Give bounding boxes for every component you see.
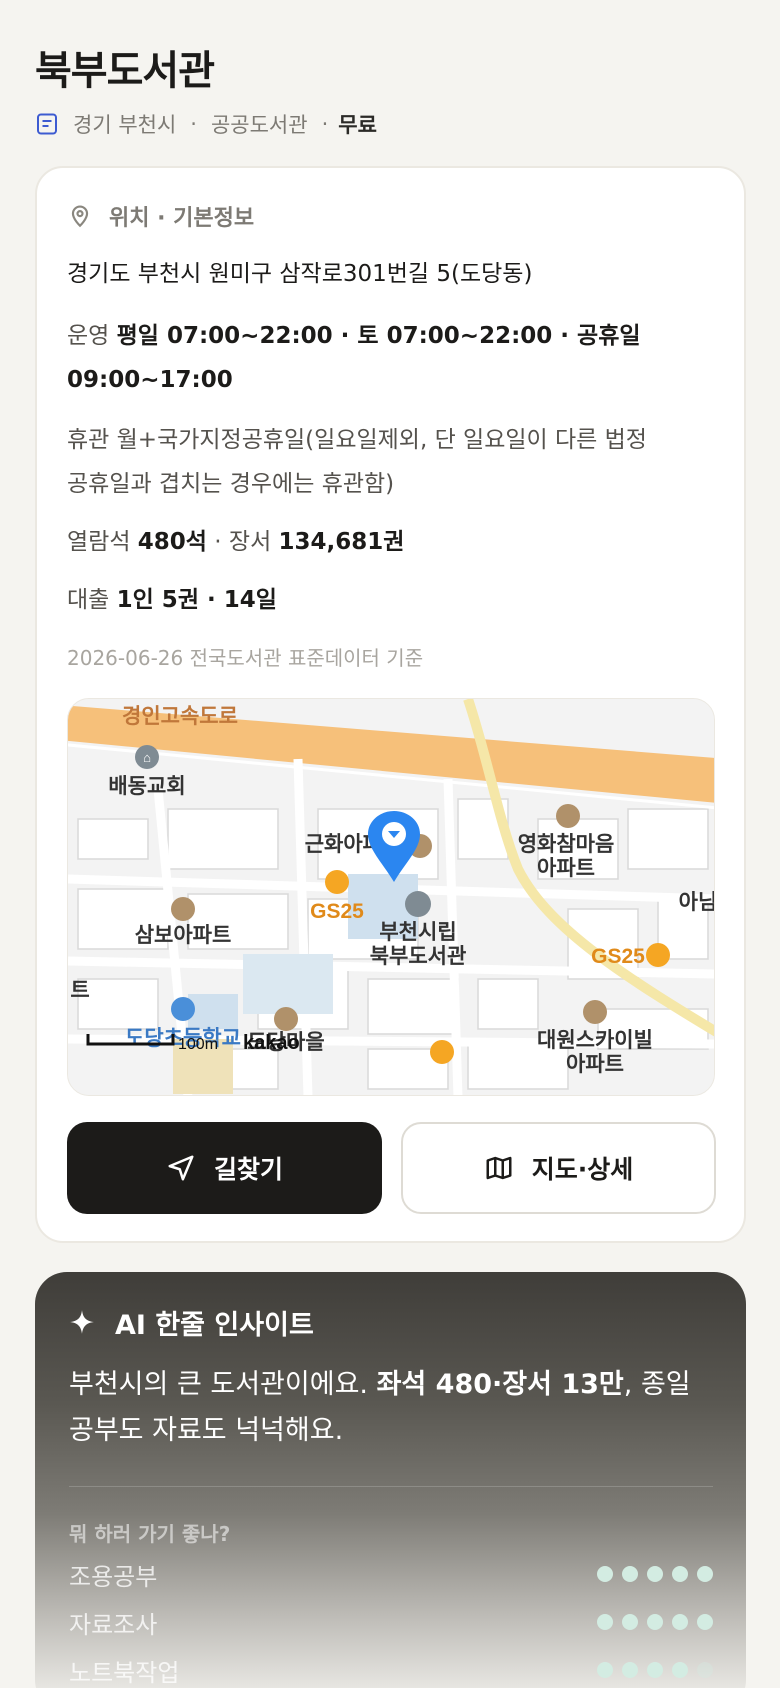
info-card: 위치 · 기본정보 경기도 부천시 원미구 삼작로301번길 5(도당동) 운영… bbox=[35, 166, 746, 1243]
directions-button[interactable]: 길찾기 bbox=[67, 1122, 382, 1214]
rating-dot bbox=[622, 1566, 638, 1582]
hours-value: 평일 07:00~22:00 · 토 07:00~22:00 · 공휴일 09:… bbox=[67, 323, 641, 393]
rating-label: 자료조사 bbox=[69, 1610, 158, 1639]
location-map[interactable]: ⌂ 경인고속도로 배동교회 근화아파트 영화참마음 아파트 GS25 삼보아파트… bbox=[67, 698, 715, 1096]
rating-dot bbox=[672, 1614, 688, 1630]
ai-insight-text: 부천시의 큰 도서관이에요. 좌석 480·장서 13만, 종일 공부도 자료도… bbox=[69, 1362, 719, 1454]
hours-label: 운영 bbox=[67, 323, 110, 349]
map-detail-label: 지도·상세 bbox=[531, 1155, 634, 1184]
map-label-apt: 아파트 bbox=[537, 857, 595, 880]
rating-dot bbox=[597, 1566, 613, 1582]
map-label-gs25: GS25 bbox=[310, 900, 364, 923]
section-label: 위치 · 기본정보 bbox=[109, 206, 255, 231]
map-label-apt: 삼보아파트 bbox=[135, 924, 232, 947]
map-label-apt: 영화참마음 bbox=[518, 833, 615, 856]
ai-text-highlight: 좌석 480·장서 13만 bbox=[376, 1369, 624, 1400]
ai-insight-header: AI 한줄 인사이트 bbox=[69, 1302, 314, 1342]
rating-label: 노트북작업 bbox=[69, 1658, 180, 1687]
map-label-edge: 트 bbox=[70, 979, 89, 1002]
address-text: 경기도 부천시 원미구 삼작로301번길 5(도당동) bbox=[67, 261, 533, 287]
rating-dot bbox=[597, 1662, 613, 1678]
library-meta: 경기 부천시 · 공공도서관 · 무료 bbox=[35, 106, 377, 142]
rating-dot bbox=[597, 1614, 613, 1630]
rating-row: 조용공부 bbox=[69, 1556, 713, 1592]
rating-dot bbox=[647, 1662, 663, 1678]
map-label-gs25: GS25 bbox=[591, 945, 645, 968]
loan-text: 대출 1인 5권 · 14일 bbox=[67, 580, 277, 614]
loan-value: 1인 5권 · 14일 bbox=[116, 587, 277, 613]
hours-text: 운영 평일 07:00~22:00 · 토 07:00~22:00 · 공휴일 … bbox=[67, 314, 687, 402]
map-detail-button[interactable]: 지도·상세 bbox=[401, 1122, 716, 1214]
rating-dot bbox=[672, 1566, 688, 1582]
map-provider-logo: kakao bbox=[243, 1032, 300, 1054]
rating-dot bbox=[697, 1662, 713, 1678]
sparkle-icon bbox=[69, 1309, 95, 1335]
separator: · bbox=[190, 112, 197, 136]
rating-label: 조용공부 bbox=[69, 1562, 158, 1591]
rating-dots bbox=[597, 1662, 713, 1678]
ai-insight-card: AI 한줄 인사이트 부천시의 큰 도서관이에요. 좌석 480·장서 13만,… bbox=[35, 1272, 746, 1688]
rating-dot bbox=[622, 1662, 638, 1678]
map-icon bbox=[484, 1153, 514, 1183]
ai-insight-title: AI 한줄 인사이트 bbox=[115, 1309, 314, 1341]
closed-days-text: 휴관 월+국가지정공휴일(일요일제외, 단 일요일이 다른 법정공휴일과 겹치는… bbox=[67, 427, 647, 497]
rating-row: 노트북작업 bbox=[69, 1652, 713, 1688]
rating-dot bbox=[647, 1614, 663, 1630]
data-source-text: 2026-06-26 전국도서관 표준데이터 기준 bbox=[67, 646, 424, 670]
separator: · bbox=[321, 112, 329, 136]
ai-question: 뭐 하러 가기 좋나? bbox=[69, 1522, 231, 1546]
rating-dots bbox=[597, 1614, 713, 1630]
rating-dots bbox=[597, 1566, 713, 1582]
seats-value: 480석 bbox=[137, 529, 207, 555]
location-pin-icon bbox=[67, 203, 93, 229]
map-label-library: 부천시립 bbox=[379, 921, 456, 944]
map-label-library: 북부도서관 bbox=[370, 945, 467, 968]
type-text: 공공도서관 bbox=[210, 113, 308, 137]
directions-label: 길찾기 bbox=[213, 1155, 283, 1184]
navigation-arrow-icon bbox=[166, 1153, 196, 1183]
svg-text:⌂: ⌂ bbox=[143, 750, 151, 765]
document-icon bbox=[35, 112, 59, 136]
divider bbox=[69, 1486, 713, 1487]
page-title: 북부도서관 bbox=[35, 48, 215, 94]
ai-text-part: 부천시의 큰 도서관이에요. bbox=[69, 1369, 377, 1400]
rating-dot bbox=[647, 1566, 663, 1582]
section-header: 위치 · 기본정보 bbox=[67, 198, 254, 234]
capacity-text: 열람석 480석 · 장서 134,681권 bbox=[67, 529, 405, 555]
rating-dot bbox=[697, 1566, 713, 1582]
rating-dot bbox=[672, 1662, 688, 1678]
map-label-edge: 아님 bbox=[679, 891, 715, 914]
rating-dot bbox=[622, 1614, 638, 1630]
seats-label: 열람석 bbox=[67, 529, 131, 555]
map-label-church: 배동교회 bbox=[108, 775, 185, 798]
rating-row: 자료조사 bbox=[69, 1604, 713, 1640]
loan-label: 대출 bbox=[67, 587, 110, 613]
map-label-apt: 대원스카이빌 bbox=[537, 1029, 653, 1052]
map-label-expressway: 경인고속도로 bbox=[122, 705, 238, 728]
map-label-apt: 아파트 bbox=[566, 1053, 624, 1076]
books-value: 134,681권 bbox=[278, 529, 405, 555]
rating-dot bbox=[697, 1614, 713, 1630]
price-text: 무료 bbox=[338, 113, 377, 137]
map-scale: 100m bbox=[178, 1036, 218, 1053]
region-text: 경기 부천시 bbox=[73, 113, 177, 137]
books-label: 장서 bbox=[228, 529, 272, 555]
